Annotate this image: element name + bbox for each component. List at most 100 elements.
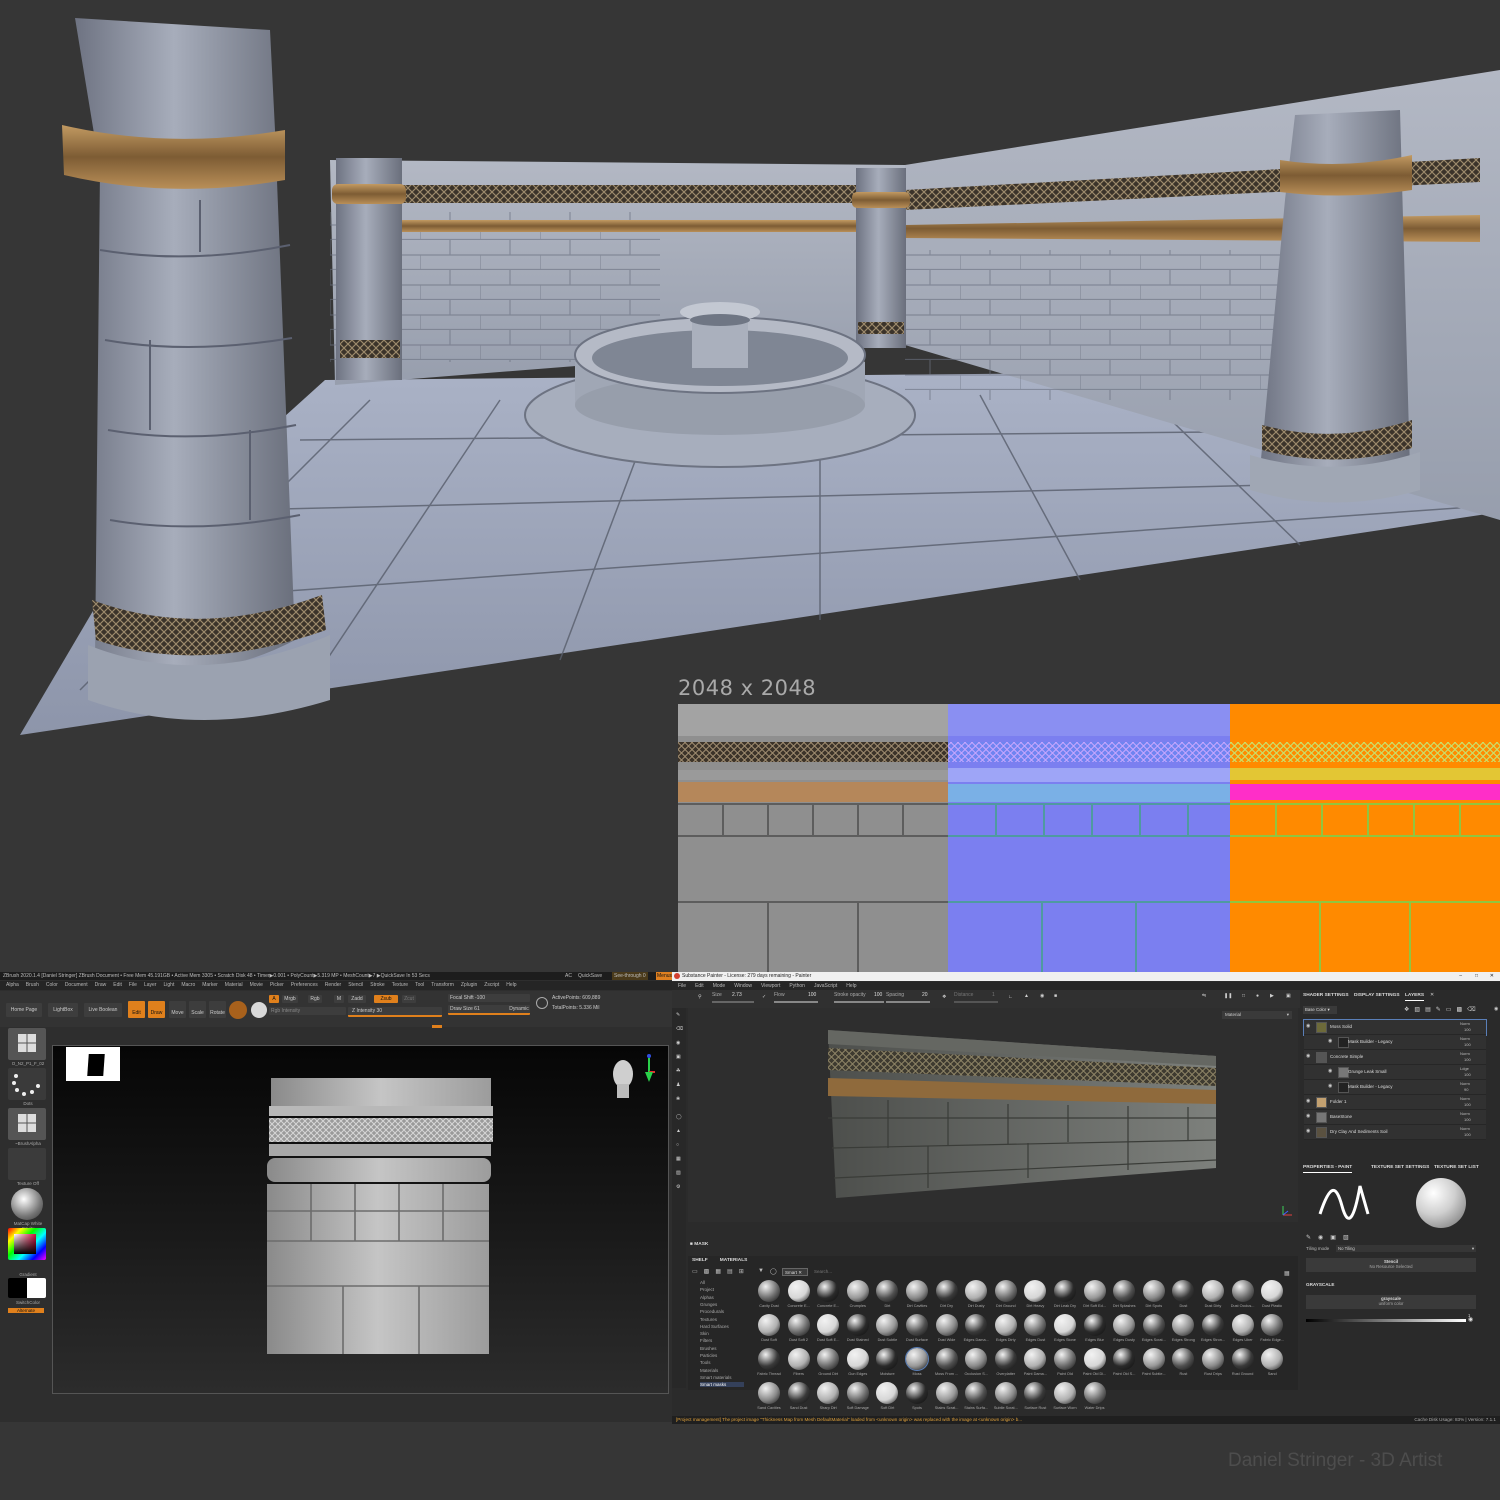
brush-alpha-icon[interactable]: ◉ — [1318, 1234, 1323, 1241]
zb-menu-marker[interactable]: Marker — [202, 981, 218, 990]
pause-icon[interactable]: ❚❚ — [1224, 993, 1232, 999]
smart-material-thumbnail[interactable] — [1202, 1348, 1224, 1370]
m-toggle[interactable]: M — [334, 995, 344, 1003]
visibility-eye-icon[interactable]: ◉ — [1306, 1128, 1310, 1134]
measure-icon[interactable]: ▦ — [676, 1156, 681, 1162]
navigator-thumbnail[interactable] — [66, 1047, 120, 1081]
smart-material-thumbnail[interactable] — [1054, 1348, 1076, 1370]
z-intensity-slider[interactable]: Z Intensity 30 — [348, 1007, 442, 1017]
spacing-value[interactable]: 20 — [922, 992, 928, 998]
clone-icon[interactable]: ♟ — [676, 1082, 680, 1088]
visibility-eye-icon[interactable]: ◉ — [1328, 1038, 1332, 1044]
shelf-category-item[interactable]: Particles — [700, 1353, 717, 1358]
sp-menu-mode[interactable]: Mode — [713, 982, 726, 990]
polygon-fill-icon[interactable]: ▲ — [676, 1128, 681, 1134]
shelf-category-item[interactable]: Textures — [700, 1317, 717, 1322]
tab-texture-set-list[interactable]: TEXTURE SET LIST — [1434, 1164, 1479, 1172]
zb-menu-tool[interactable]: Tool — [415, 981, 424, 990]
transform-icon[interactable]: ○ — [676, 1142, 679, 1148]
zb-menu-picker[interactable]: Picker — [270, 981, 284, 990]
projection-icon[interactable]: ◉ — [676, 1040, 680, 1046]
edit-button[interactable]: Edit — [128, 1001, 145, 1018]
distance-slider[interactable] — [954, 1001, 998, 1003]
viewport-channel-dropdown[interactable]: Material ▾ — [1222, 1011, 1292, 1019]
home-page-button[interactable]: Home Page — [6, 1003, 42, 1017]
smart-material-thumbnail[interactable] — [817, 1280, 840, 1302]
zb-menu-stroke[interactable]: Stroke — [370, 981, 384, 990]
layer-row[interactable]: ◉ Moss Solid Norm 100 — [1303, 1019, 1487, 1036]
zb-menu-document[interactable]: Document — [65, 981, 88, 990]
smart-material-thumbnail[interactable] — [1083, 1280, 1106, 1302]
viewport-icon[interactable]: □ — [1242, 993, 1245, 999]
zb-menu-transform[interactable]: Transform — [431, 981, 454, 990]
zbrush-quicksave[interactable]: QuickSave — [578, 972, 602, 980]
smart-material-thumbnail[interactable] — [1261, 1280, 1284, 1302]
zbrush-canvas[interactable] — [52, 1045, 669, 1394]
smart-material-thumbnail[interactable] — [787, 1348, 810, 1370]
smart-material-thumbnail[interactable] — [935, 1382, 958, 1404]
grayscale-slider[interactable] — [1306, 1319, 1466, 1322]
stroke-opacity-value[interactable]: 100 — [874, 992, 882, 998]
zb-menu-macro[interactable]: Macro — [181, 981, 195, 990]
smart-material-thumbnail[interactable] — [846, 1382, 869, 1404]
shelf-category-item[interactable]: Brushes — [700, 1346, 717, 1351]
layer-opacity[interactable]: 100 — [1464, 1042, 1471, 1047]
smart-material-thumbnail[interactable] — [1202, 1314, 1224, 1336]
brush-thumbnail[interactable] — [8, 1028, 46, 1060]
layer-blend-mode[interactable]: Norm — [1460, 1021, 1470, 1026]
stroke-thumbnail[interactable] — [8, 1068, 46, 1100]
stroke-opacity-slider[interactable] — [834, 1001, 884, 1003]
brush-tip-icon[interactable]: ✎ — [1306, 1234, 1311, 1241]
zb-menu-light[interactable]: Light — [163, 981, 174, 990]
smart-material-thumbnail[interactable] — [905, 1347, 929, 1371]
layer-row[interactable]: ◉ Mask Builder - Legacy Norm 90 — [1304, 1080, 1486, 1095]
screenshot-icon[interactable]: ▣ — [1286, 993, 1291, 999]
add-folder-icon[interactable]: ▭ — [1446, 1006, 1452, 1013]
zsub-toggle[interactable]: Zsub — [374, 995, 398, 1003]
sp-menu-python[interactable]: Python — [789, 982, 805, 990]
layer-row[interactable]: ◉ Folder 1 Norm 100 — [1304, 1095, 1486, 1110]
smart-material-thumbnail[interactable] — [1083, 1382, 1106, 1404]
view-toggle-icon[interactable]: ▦ — [1284, 1270, 1290, 1277]
smart-material-thumbnail[interactable] — [935, 1314, 958, 1336]
sp-3d-viewport[interactable]: Material ▾ — [688, 1008, 1298, 1222]
matcap-sphere-icon[interactable] — [11, 1188, 43, 1220]
zadd-toggle[interactable]: Zadd — [348, 995, 366, 1003]
rgb-toggle[interactable]: Rgb — [308, 995, 322, 1003]
visibility-eye-icon[interactable]: ◉ — [1306, 1098, 1310, 1104]
zb-menu-alpha[interactable]: Alpha — [6, 981, 19, 990]
rotate-button[interactable]: Rotate — [209, 1001, 226, 1018]
zb-menu-color[interactable]: Color — [46, 981, 58, 990]
minimize-icon[interactable]: – — [1459, 972, 1462, 981]
grayscale-slot[interactable]: grayscale uniform color — [1306, 1295, 1476, 1309]
smart-material-thumbnail[interactable] — [1172, 1348, 1195, 1370]
settings-icon[interactable]: ⚙ — [676, 1184, 680, 1190]
layer-blend-mode[interactable]: Ldge — [1460, 1066, 1469, 1071]
zb-menu-render[interactable]: Render — [325, 981, 341, 990]
sp-menu-file[interactable]: File — [678, 982, 686, 990]
color-sphere-icon[interactable] — [251, 1002, 267, 1018]
smart-material-thumbnail[interactable] — [1024, 1314, 1047, 1336]
layer-row[interactable]: ◉ Grunge Leak Small Ldge 100 — [1304, 1065, 1486, 1080]
tab-materials[interactable]: MATERIALS — [720, 1258, 748, 1263]
smart-material-thumbnail[interactable] — [1054, 1314, 1076, 1336]
smart-material-thumbnail[interactable] — [758, 1348, 780, 1370]
layer-blend-mode[interactable]: Norm — [1460, 1081, 1470, 1086]
smart-material-thumbnail[interactable] — [1024, 1382, 1047, 1404]
add-fill-layer-icon[interactable]: ▤ — [1425, 1006, 1431, 1013]
live-boolean-button[interactable]: Live Boolean — [84, 1003, 122, 1017]
shelf-category-item[interactable]: Grunges — [700, 1302, 717, 1307]
rgb-intensity-slider[interactable]: Rgb Intensity — [269, 1007, 346, 1015]
layer-row[interactable]: ◉ BaseStone Norm 100 — [1304, 1110, 1486, 1125]
smart-material-thumbnail[interactable] — [1172, 1314, 1195, 1336]
zb-menu-movie[interactable]: Movie — [250, 981, 263, 990]
zb-menu-zplugin[interactable]: Zplugin — [461, 981, 477, 990]
zb-menu-zscript[interactable]: Zscript — [484, 981, 499, 990]
shelf-category-item[interactable]: Alphas — [700, 1295, 714, 1300]
folder-icon[interactable]: ▭ — [692, 1268, 698, 1275]
mrgb-toggle[interactable]: Mrgb — [282, 995, 298, 1003]
smart-material-thumbnail[interactable] — [876, 1348, 899, 1370]
zb-menu-texture[interactable]: Texture — [392, 981, 408, 990]
alignment-icon[interactable]: ■ — [1054, 993, 1057, 999]
smart-material-thumbnail[interactable] — [965, 1314, 988, 1336]
